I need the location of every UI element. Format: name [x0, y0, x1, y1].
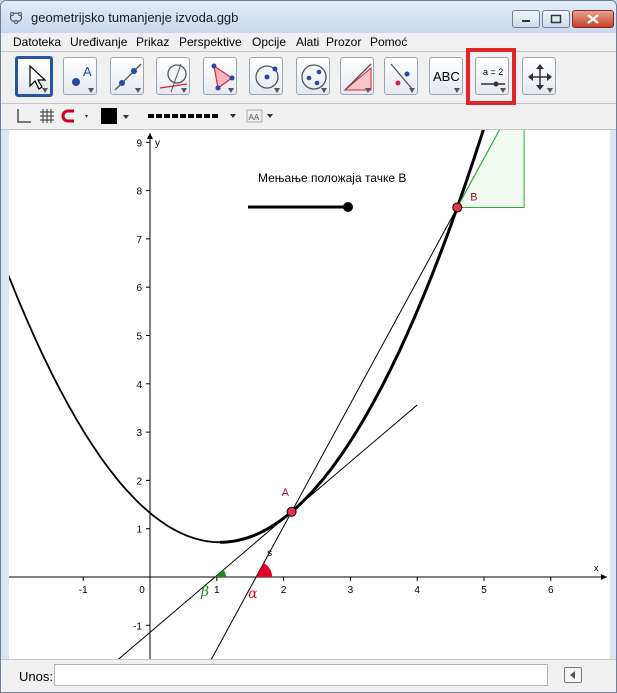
color-picker-icon[interactable]	[100, 107, 134, 125]
text-tool[interactable]: ABC	[429, 57, 463, 95]
point-tool[interactable]: A	[63, 57, 97, 95]
point-a[interactable]	[286, 506, 297, 517]
line-style-icon[interactable]	[146, 107, 242, 125]
app-window: geometrijsko tumanjenje izvoda.ggb Datot…	[0, 0, 617, 693]
secant-label: s	[267, 548, 272, 559]
angle-alpha-sector	[256, 562, 273, 577]
input-field[interactable]	[54, 664, 548, 686]
y-tick-label: 2	[136, 476, 142, 487]
secant-line[interactable]	[180, 130, 571, 659]
title-bar[interactable]: geometrijsko tumanjenje izvoda.ggb	[1, 1, 616, 33]
x-tick-label: 6	[548, 585, 554, 596]
style-bar: AA	[1, 104, 616, 130]
y-tick-label: 4	[136, 380, 142, 391]
window-title: geometrijsko tumanjenje izvoda.ggb	[31, 10, 239, 25]
y-tick-label: 8	[136, 187, 142, 198]
x-tick-label: 3	[348, 585, 354, 596]
move-graphics-view-tool[interactable]	[522, 57, 556, 95]
input-label: Unos:	[19, 669, 53, 684]
y-tick-label: -1	[133, 621, 142, 632]
menu-perspektive[interactable]: Perspektive	[179, 35, 242, 49]
point-b[interactable]	[452, 202, 463, 213]
angle-beta-label: β	[200, 584, 209, 600]
angle-tool[interactable]	[340, 57, 374, 95]
x-tick-label: 2	[281, 585, 287, 596]
line-tool[interactable]	[110, 57, 144, 95]
function-curve-highlight	[220, 130, 485, 544]
move-tool[interactable]	[15, 56, 53, 97]
menu-opcije[interactable]: Opcije	[252, 35, 286, 49]
tangent-tool[interactable]	[156, 57, 190, 95]
angle-beta-sector	[215, 569, 227, 577]
slope-triangle	[456, 130, 525, 208]
slider-knob[interactable]	[343, 202, 353, 212]
angle-alpha-label: α	[248, 586, 258, 602]
close-icon	[587, 14, 599, 24]
y-tick-label: 9	[136, 138, 142, 149]
y-tick-label: 6	[136, 283, 142, 294]
point-capturing-icon[interactable]	[61, 107, 91, 125]
circle-tool[interactable]	[249, 57, 283, 95]
menu-bar: Datoteka Uređivanje Prikaz Perspektive O…	[1, 33, 616, 52]
keyboard-arrow-icon	[570, 671, 575, 679]
menu-pomoc[interactable]: Pomoć	[370, 35, 407, 49]
menu-uredjivanje[interactable]: Uređivanje	[70, 35, 127, 49]
menu-datoteka[interactable]: Datoteka	[13, 35, 61, 49]
minimize-icon	[522, 20, 530, 22]
grid-toggle-icon[interactable]	[38, 107, 56, 125]
y-tick-label: 3	[136, 428, 142, 439]
reflect-tool[interactable]	[384, 57, 418, 95]
label-style-icon[interactable]: AA	[246, 107, 276, 125]
x-tick-label: 4	[414, 585, 420, 596]
x-axis-arrow	[601, 574, 607, 580]
text-tool-label: ABC	[433, 69, 460, 84]
ellipse-tool[interactable]	[296, 57, 330, 95]
input-bar: Unos:	[1, 659, 616, 692]
graphics-canvas[interactable]: x y -1 0 1 2 3 4 5 6 -1 1 2 3 4 5 6 7 8 9 α β s A B Мењање пол…	[9, 130, 610, 659]
x-tick-label: -1	[79, 585, 88, 596]
polygon-tool[interactable]	[203, 57, 237, 95]
graphics-view[interactable]: x y -1 0 1 2 3 4 5 6 -1 1 2 3 4 5 6 7 8 9 α β s A B Мењање пол…	[9, 130, 610, 659]
toolbar: A ABC a = 2	[1, 52, 616, 146]
geogebra-app-icon	[9, 11, 23, 24]
x-tick-label: 0	[139, 585, 145, 596]
menu-alati[interactable]: Alati	[296, 35, 319, 49]
input-help-button[interactable]	[564, 667, 582, 683]
minimize-button[interactable]	[512, 10, 540, 28]
menu-prozor[interactable]: Prozor	[326, 35, 361, 49]
point-b-label: B	[470, 191, 477, 203]
x-tick-label: 5	[481, 585, 487, 596]
svg-text:AA: AA	[249, 113, 260, 122]
svg-text:A: A	[83, 64, 92, 79]
maximize-icon	[550, 14, 562, 24]
y-tick-label: 1	[136, 525, 142, 536]
y-axis-arrow	[147, 133, 153, 139]
y-tick-label: 5	[136, 332, 142, 343]
maximize-button[interactable]	[542, 10, 570, 28]
x-tick-label: 1	[214, 585, 220, 596]
point-a-label: A	[282, 487, 290, 499]
x-axis-label: x	[594, 563, 599, 573]
axes-toggle-icon[interactable]	[15, 107, 33, 125]
close-button[interactable]	[572, 10, 614, 28]
y-tick-label: 7	[136, 235, 142, 246]
slider-tool-highlight	[466, 48, 516, 105]
y-axis-label: y	[155, 138, 160, 149]
menu-prikaz[interactable]: Prikaz	[136, 35, 169, 49]
slider-caption: Мењање положаја тачке B	[258, 171, 406, 185]
